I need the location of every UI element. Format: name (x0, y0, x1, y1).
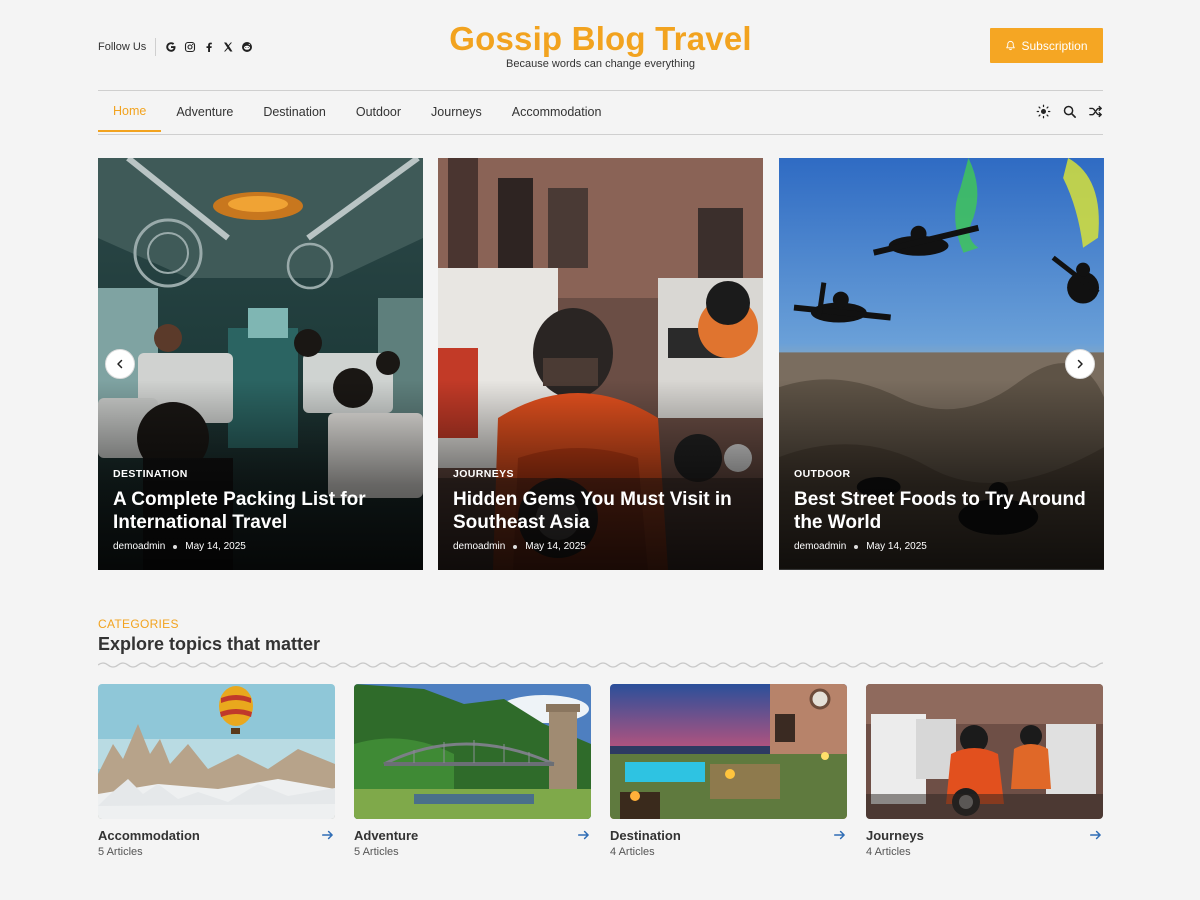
categories-kicker: CATEGORIES (98, 617, 179, 631)
slide-title[interactable]: Best Street Foods to Try Around the Worl… (794, 488, 1092, 534)
category-image[interactable] (610, 684, 847, 819)
nav-item-home[interactable]: Home (98, 91, 162, 132)
category-row: Accommodation (98, 828, 335, 844)
slide-card[interactable]: OUTDOOR Best Street Foods to Try Around … (779, 158, 1104, 570)
slide-category[interactable]: DESTINATION (113, 468, 411, 480)
chevron-right-icon (1077, 359, 1083, 369)
subscription-button[interactable]: Subscription (990, 28, 1103, 63)
slide-author[interactable]: demoadmin (794, 541, 846, 552)
category-row: Journeys (866, 828, 1103, 844)
slide-author[interactable]: demoadmin (453, 541, 505, 552)
category-card[interactable]: Journeys 4 Articles (866, 684, 1103, 858)
slide-category[interactable]: JOURNEYS (453, 468, 751, 480)
slide-card[interactable]: JOURNEYS Hidden Gems You Must Visit in S… (438, 158, 763, 570)
site-tagline: Because words can change everything (506, 58, 695, 70)
category-count: 5 Articles (98, 846, 143, 858)
category-count: 4 Articles (866, 846, 911, 858)
theme-toggle-icon[interactable] (1036, 104, 1051, 119)
balloon-photo (98, 684, 335, 819)
category-row: Adventure (354, 828, 591, 844)
category-cards: Accommodation 5 Articles Adventure 5 Art… (98, 684, 1103, 864)
category-count: 4 Articles (610, 846, 655, 858)
meta-dot (173, 544, 178, 549)
slide-card[interactable]: DESTINATION A Complete Packing List for … (98, 158, 423, 570)
category-card[interactable]: Destination 4 Articles (610, 684, 847, 858)
slider-next-button[interactable] (1065, 349, 1095, 379)
slide-content: DESTINATION A Complete Packing List for … (113, 468, 411, 552)
site-brand: Gossip Blog Travel Because words can cha… (98, 20, 1103, 70)
bell-icon (1006, 40, 1016, 51)
arrow-right-icon[interactable] (1089, 828, 1103, 842)
nav-menu: Home Adventure Destination Outdoor Journ… (98, 91, 616, 135)
site-header: Follow Us Gossip Blog Travel Because wor… (98, 0, 1103, 90)
nav-item-accommodation[interactable]: Accommodation (497, 91, 617, 133)
shuffle-icon[interactable] (1088, 104, 1103, 119)
category-image[interactable] (354, 684, 591, 819)
slider-prev-button[interactable] (105, 349, 135, 379)
category-card[interactable]: Adventure 5 Articles (354, 684, 591, 858)
nav-item-destination[interactable]: Destination (248, 91, 341, 133)
slide-content: JOURNEYS Hidden Gems You Must Visit in S… (453, 468, 751, 552)
chevron-left-icon (117, 359, 123, 369)
main-nav: Home Adventure Destination Outdoor Journ… (98, 90, 1103, 135)
terrace-photo (610, 684, 847, 819)
slide-meta: demoadmin May 14, 2025 (113, 541, 411, 552)
search-icon[interactable] (1062, 104, 1077, 119)
slide-date: May 14, 2025 (185, 541, 246, 552)
slide-category[interactable]: OUTDOOR (794, 468, 1092, 480)
category-count: 5 Articles (354, 846, 399, 858)
category-row: Destination (610, 828, 847, 844)
nav-item-adventure[interactable]: Adventure (161, 91, 248, 133)
slide-title[interactable]: Hidden Gems You Must Visit in Southeast … (453, 488, 751, 534)
slide-date: May 14, 2025 (525, 541, 586, 552)
arrow-right-icon[interactable] (577, 828, 591, 842)
nav-item-outdoor[interactable]: Outdoor (341, 91, 416, 133)
slide-content: OUTDOOR Best Street Foods to Try Around … (794, 468, 1092, 552)
meta-dot (854, 544, 859, 549)
category-image[interactable] (98, 684, 335, 819)
subscription-label: Subscription (1021, 38, 1088, 53)
category-card[interactable]: Accommodation 5 Articles (98, 684, 335, 858)
categories-header: CATEGORIES Explore topics that matter (98, 617, 1103, 655)
nav-tools (1036, 104, 1103, 119)
arrow-right-icon[interactable] (321, 828, 335, 842)
slide-title[interactable]: A Complete Packing List for Internationa… (113, 488, 411, 534)
site-title[interactable]: Gossip Blog Travel (98, 20, 1103, 58)
meta-dot (513, 544, 518, 549)
slide-author[interactable]: demoadmin (113, 541, 165, 552)
slide-date: May 14, 2025 (866, 541, 927, 552)
category-name[interactable]: Adventure (354, 828, 591, 843)
nav-item-journeys[interactable]: Journeys (416, 91, 497, 133)
featured-slider: DESTINATION A Complete Packing List for … (98, 158, 1105, 570)
wave-divider (98, 662, 1103, 668)
category-name[interactable]: Journeys (866, 828, 1103, 843)
riders-photo (866, 684, 1103, 819)
slide-meta: demoadmin May 14, 2025 (794, 541, 1092, 552)
category-name[interactable]: Accommodation (98, 828, 335, 843)
slide-meta: demoadmin May 14, 2025 (453, 541, 751, 552)
category-name[interactable]: Destination (610, 828, 847, 843)
category-image[interactable] (866, 684, 1103, 819)
categories-heading: Explore topics that matter (98, 634, 321, 654)
bridge-photo (354, 684, 591, 819)
arrow-right-icon[interactable] (833, 828, 847, 842)
